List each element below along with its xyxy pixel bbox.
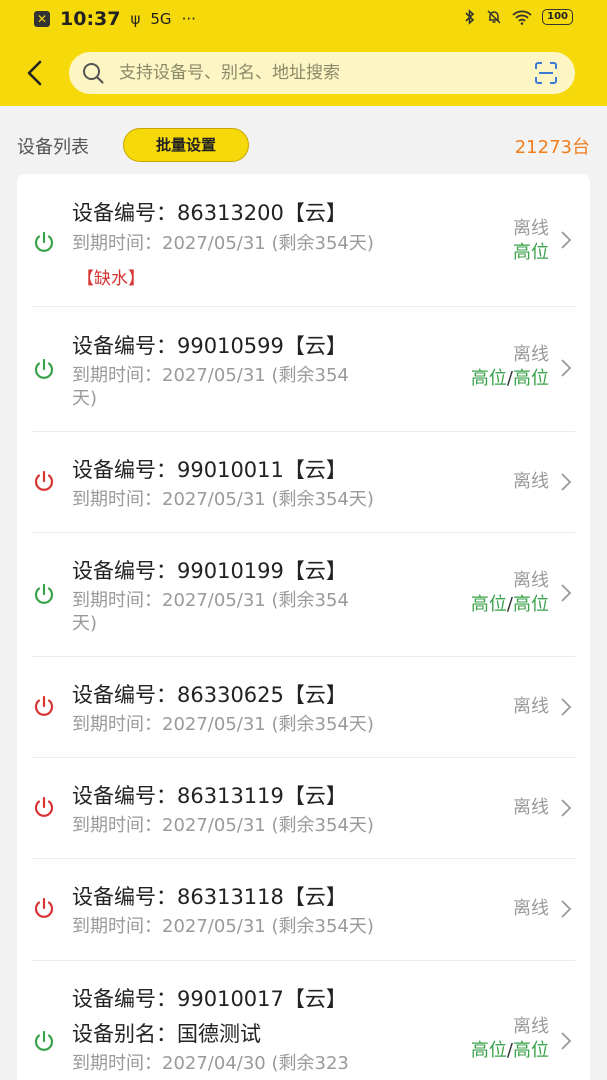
device-status: 离线 高位 <box>513 217 549 265</box>
power-off-icon <box>34 695 54 716</box>
app-notification-icon: ✕ <box>34 11 50 27</box>
status-offline: 离线 <box>513 471 549 492</box>
device-row[interactable]: 设备编号：86313118【云】 到期时间：2027/05/31 (剩余354天… <box>32 859 575 961</box>
scan-icon[interactable] <box>533 60 559 86</box>
chevron-right-icon <box>561 473 572 491</box>
expiry-time: 到期时间：2027/05/31 (剩余354天) <box>72 489 374 510</box>
status-offline: 离线 <box>513 696 549 717</box>
device-list-title: 设备列表 <box>17 137 89 158</box>
usb-icon: ψ <box>130 10 141 28</box>
expiry-time-wrap: 天) <box>72 388 98 409</box>
device-status: 离线 <box>513 796 549 820</box>
chevron-right-icon <box>561 799 572 817</box>
water-level: 高位 <box>513 594 549 615</box>
chevron-right-icon <box>561 698 572 716</box>
device-row[interactable]: 设备编号：86313200【云】 到期时间：2027/05/31 (剩余354天… <box>32 174 575 307</box>
power-off-icon <box>34 897 54 918</box>
status-offline: 离线 <box>513 1016 549 1037</box>
search-bar[interactable] <box>69 52 575 94</box>
device-number: 设备编号：86313200【云】 <box>72 201 347 225</box>
expiry-time: 到期时间：2027/05/31 (剩余354天) <box>72 233 374 254</box>
status-time: 10:37 <box>60 8 121 30</box>
device-list-header: 设备列表 批量设置 21273台 <box>0 106 607 174</box>
power-on-icon <box>34 583 54 604</box>
expiry-time: 到期时间：2027/05/31 (剩余354天) <box>72 916 374 937</box>
app-header: ✕ 10:37 ψ 5G ··· 100 <box>0 0 607 106</box>
status-offline: 离线 <box>513 218 549 239</box>
bluetooth-icon <box>465 9 475 25</box>
mute-bell-icon <box>487 10 501 24</box>
device-status: 离线 高位/高位 <box>470 344 549 389</box>
search-input[interactable] <box>119 52 519 94</box>
device-status: 离线 <box>513 470 549 494</box>
device-number: 设备编号：99010599【云】 <box>72 334 347 358</box>
network-badge-icon: 5G <box>150 10 172 28</box>
device-status: 离线 高位/高位 <box>470 570 549 615</box>
device-count: 21273台 <box>514 137 590 158</box>
chevron-right-icon <box>561 1032 572 1050</box>
device-number: 设备编号：86313118【云】 <box>72 885 347 909</box>
chevron-right-icon <box>561 900 572 918</box>
device-number: 设备编号：99010011【云】 <box>72 458 347 482</box>
device-row[interactable]: 设备编号：99010199【云】 到期时间：2027/05/31 (剩余354 … <box>32 533 575 657</box>
device-number: 设备编号：86313119【云】 <box>72 784 347 808</box>
device-list: 设备编号：86313200【云】 到期时间：2027/05/31 (剩余354天… <box>17 174 590 1080</box>
water-level: 高位 <box>513 368 549 389</box>
power-on-icon <box>34 231 54 252</box>
power-off-icon <box>34 796 54 817</box>
expiry-time: 到期时间：2027/04/30 (剩余323 <box>72 1053 349 1074</box>
status-offline: 离线 <box>513 570 549 591</box>
chevron-right-icon <box>561 231 572 249</box>
back-arrow-icon[interactable] <box>18 56 52 90</box>
expiry-time: 到期时间：2027/05/31 (剩余354 <box>72 365 349 386</box>
status-offline: 离线 <box>513 797 549 818</box>
expiry-time: 到期时间：2027/05/31 (剩余354 <box>72 590 349 611</box>
water-shortage-badge: 【缺水】 <box>77 269 145 289</box>
chevron-right-icon <box>561 359 572 377</box>
water-level: 高位 <box>470 594 507 615</box>
device-status: 离线 <box>513 695 549 719</box>
device-row[interactable]: 设备编号：99010599【云】 到期时间：2027/05/31 (剩余354 … <box>32 307 575 432</box>
expiry-time-wrap: 天) <box>72 613 98 634</box>
water-level: 高位 <box>513 242 549 263</box>
status-offline: 离线 <box>513 344 549 365</box>
wifi-icon <box>512 10 532 25</box>
device-status: 离线 <box>513 897 549 921</box>
device-status: 离线 高位/高位 <box>470 1016 549 1061</box>
battery-icon: 100 <box>542 9 573 25</box>
device-row[interactable]: 设备编号：86313119【云】 到期时间：2027/05/31 (剩余354天… <box>32 758 575 859</box>
device-number: 设备编号：86330625【云】 <box>72 683 347 707</box>
status-offline: 离线 <box>513 898 549 919</box>
search-icon <box>83 63 104 84</box>
water-level: 高位 <box>513 1040 549 1061</box>
status-bar: ✕ 10:37 ψ 5G ··· 100 <box>0 0 607 40</box>
device-row[interactable]: 设备编号：86330625【云】 到期时间：2027/05/31 (剩余354天… <box>32 657 575 758</box>
device-row[interactable]: 设备编号：99010017【云】 设备别名：国德测试 到期时间：2027/04/… <box>32 961 575 1080</box>
more-notifications-icon: ··· <box>181 10 196 28</box>
device-number: 设备编号：99010199【云】 <box>72 559 347 583</box>
device-number: 设备编号：99010017【云】 <box>72 987 347 1011</box>
device-row[interactable]: 设备编号：99010011【云】 到期时间：2027/05/31 (剩余354天… <box>32 432 575 533</box>
batch-settings-button[interactable]: 批量设置 <box>123 128 249 162</box>
power-off-icon <box>34 470 54 491</box>
water-level: 高位 <box>470 368 507 389</box>
power-on-icon <box>34 358 54 379</box>
expiry-time: 到期时间：2027/05/31 (剩余354天) <box>72 815 374 836</box>
chevron-right-icon <box>561 584 572 602</box>
water-level: 高位 <box>470 1040 507 1061</box>
power-on-icon <box>34 1030 54 1051</box>
expiry-time: 到期时间：2027/05/31 (剩余354天) <box>72 714 374 735</box>
device-alias: 设备别名：国德测试 <box>72 1022 261 1046</box>
